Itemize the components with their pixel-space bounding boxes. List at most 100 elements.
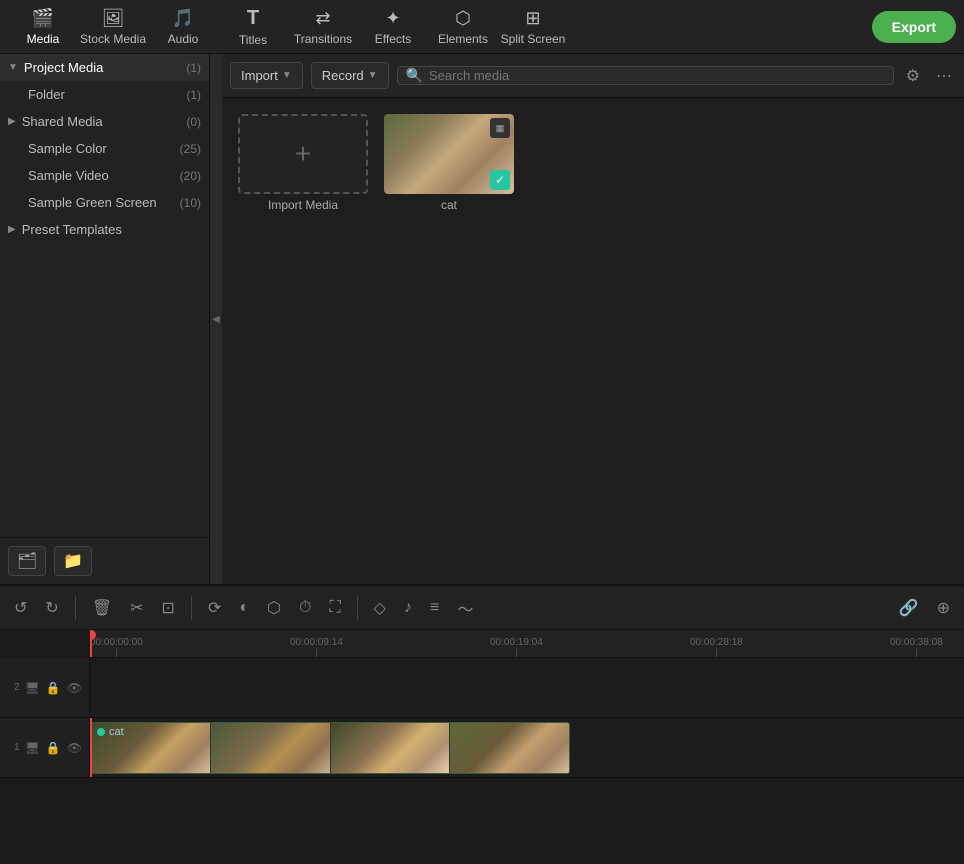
delete-button[interactable]: 🗑 [86, 594, 118, 622]
toolbar-split-screen[interactable]: ⊞ Split Screen [498, 2, 568, 52]
fullscreen-button[interactable]: ⛶ [323, 595, 346, 621]
track-1-monitor-button[interactable]: 🖥 [24, 740, 41, 756]
cat-media-label: cat [441, 198, 457, 212]
divider-1 [75, 596, 76, 620]
waveform-button[interactable]: 〜 [451, 592, 479, 624]
link-button[interactable]: 🔗 [893, 594, 925, 622]
undo-button[interactable]: ↺ [8, 594, 33, 622]
toolbar-audio[interactable]: 🎵 Audio [148, 2, 218, 52]
new-folder-button[interactable]: 📁 [54, 546, 92, 576]
speed-button[interactable]: ⏱ [293, 595, 317, 621]
toolbar-stock-media[interactable]: 🖼 Stock Media [78, 2, 148, 52]
ruler-label-3: 00:00:28:18 [690, 637, 743, 648]
cat-video-clip[interactable]: cat [90, 722, 570, 774]
media-toolbar: Import ▼ Record ▼ 🔍 ⚙ ⋯ [222, 54, 964, 98]
stock-media-icon: 🖼 [102, 8, 125, 29]
track-1-label: 1 🖥 🔒 👁 [0, 718, 90, 777]
sidebar-item-preset-templates[interactable]: ▶ Preset Templates [0, 216, 209, 243]
track-1-controls: 1 🖥 🔒 👁 [14, 740, 83, 756]
clip-label: cat [97, 726, 124, 738]
cut-button[interactable]: ✂ [124, 594, 149, 622]
track-2-monitor-button[interactable]: 🖥 [24, 680, 41, 696]
toolbar-media[interactable]: 🎬 Media [8, 2, 78, 52]
effects-icon: ✦ [385, 8, 400, 29]
check-icon: ✓ [490, 170, 510, 190]
main-area: ▼ Project Media (1) Folder (1) ▶ Shared … [0, 54, 964, 584]
sidebar-item-sample-green-screen[interactable]: Sample Green Screen (10) [0, 189, 209, 216]
filmstrip-frame-2 [211, 723, 330, 773]
toolbar-stock-media-label: Stock Media [80, 32, 146, 46]
track-2-num: 2 [14, 682, 20, 693]
sample-color-label: Sample Color [28, 141, 174, 156]
toolbar-effects[interactable]: ✦ Effects [358, 2, 428, 52]
filter-button[interactable]: ⚙ [902, 62, 924, 90]
toolbar-elements[interactable]: ⬡ Elements [428, 2, 498, 52]
record-button[interactable]: Record ▼ [311, 62, 389, 89]
audio-button[interactable]: ♪ [398, 595, 418, 621]
import-button[interactable]: Import ▼ [230, 62, 303, 89]
grid-view-button[interactable]: ⋯ [932, 62, 956, 90]
clip-name: cat [109, 726, 124, 738]
search-input[interactable] [429, 68, 885, 83]
split-screen-icon: ⊞ [525, 8, 540, 29]
toolbar-transitions[interactable]: ⇄ Transitions [288, 2, 358, 52]
sample-green-screen-label: Sample Green Screen [28, 195, 174, 210]
media-browser: Import ▼ Record ▼ 🔍 ⚙ ⋯ + Import Media [222, 54, 964, 584]
transform-button[interactable]: ⬡ [261, 594, 287, 622]
export-button[interactable]: Export [872, 11, 956, 43]
track-1-visibility-button[interactable]: 👁 [66, 740, 83, 756]
rotate-button[interactable]: ⟳ [202, 594, 227, 622]
crop-button[interactable]: ⊡ [156, 594, 181, 622]
import-media-tile[interactable]: + Import Media [238, 114, 368, 212]
ruler-mark-1: 00:00:09:14 [290, 637, 343, 657]
audio-icon: 🎵 [172, 8, 194, 29]
color-button[interactable]: ◐ [233, 595, 255, 621]
track-2-visibility-button[interactable]: 👁 [66, 680, 83, 696]
track-1-lock-button[interactable]: 🔒 [45, 740, 62, 756]
track-1-content: cat [90, 718, 964, 777]
media-icon: 🎬 [32, 8, 54, 29]
ruler-label-0: 00:00:00:00 [90, 637, 143, 648]
sidebar-item-folder[interactable]: Folder (1) [0, 81, 209, 108]
sidebar-collapse-handle[interactable]: ◀ [210, 54, 222, 584]
ruler-mark-3: 00:00:28:18 [690, 637, 743, 657]
sidebar-item-project-media[interactable]: ▼ Project Media (1) [0, 54, 209, 81]
divider-3 [357, 596, 358, 620]
redo-button[interactable]: ↻ [39, 594, 64, 622]
sample-video-count: (20) [180, 169, 201, 183]
sample-video-label: Sample Video [28, 168, 174, 183]
toolbar-audio-label: Audio [168, 32, 199, 46]
sample-color-count: (25) [180, 142, 201, 156]
ruler-label-1: 00:00:09:14 [290, 637, 343, 648]
keyframe-button[interactable]: ◇ [368, 594, 392, 622]
toolbar-titles[interactable]: T Titles [218, 2, 288, 52]
track-row-2: 2 🖥 🔒 👁 [0, 658, 964, 718]
media-grid: + Import Media ▦ ✓ cat [222, 98, 964, 584]
transitions-icon: ⇄ [315, 8, 330, 29]
project-media-label: Project Media [24, 60, 180, 75]
cat-thumbnail: ▦ ✓ [384, 114, 514, 194]
track-2-label: 2 🖥 🔒 👁 [0, 658, 90, 717]
sidebar-item-sample-video[interactable]: Sample Video (20) [0, 162, 209, 189]
cat-media-tile[interactable]: ▦ ✓ cat [384, 114, 514, 212]
equalizer-button[interactable]: ≡ [424, 595, 445, 621]
sidebar-item-shared-media[interactable]: ▶ Shared Media (0) [0, 108, 209, 135]
folder-count: (1) [186, 88, 201, 102]
video-format-icon: ▦ [490, 118, 510, 138]
add-folder-button[interactable]: 🗂 [8, 546, 46, 576]
titles-icon: T [247, 7, 259, 30]
toolbar-elements-label: Elements [438, 32, 488, 46]
media-split-button[interactable]: ⊕ [931, 594, 956, 622]
playhead-ruler [90, 630, 92, 657]
sidebar-item-sample-color[interactable]: Sample Color (25) [0, 135, 209, 162]
track-2-controls: 2 🖥 🔒 👁 [14, 680, 83, 696]
search-bar: 🔍 [397, 66, 894, 85]
sample-green-screen-count: (10) [180, 196, 201, 210]
shared-media-count: (0) [186, 115, 201, 129]
preset-templates-label: Preset Templates [22, 222, 201, 237]
filmstrip-frame-4 [450, 723, 569, 773]
timeline-ruler: 00:00:00:00 00:00:09:14 00:00:19:04 00:0… [90, 630, 964, 658]
toolbar-effects-label: Effects [375, 32, 411, 46]
track-2-lock-button[interactable]: 🔒 [45, 680, 62, 696]
track-1-num: 1 [14, 742, 20, 753]
